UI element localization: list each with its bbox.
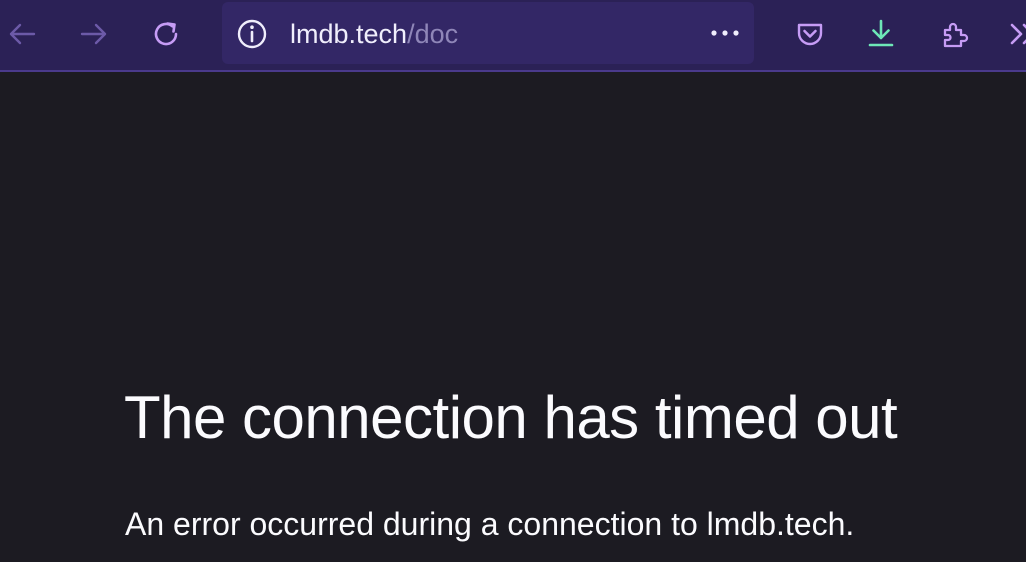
reload-button[interactable] (146, 14, 186, 54)
error-page: The connection has timed out An error oc… (0, 72, 1026, 562)
extensions-button[interactable] (935, 14, 975, 54)
back-button[interactable] (2, 14, 42, 54)
forward-button[interactable] (74, 14, 114, 54)
back-arrow-icon (9, 23, 36, 45)
download-icon (868, 19, 894, 47)
reload-icon (154, 22, 178, 46)
url-path: /doc (407, 19, 459, 49)
forward-arrow-icon (80, 23, 107, 45)
error-title: The connection has timed out (124, 384, 898, 451)
pocket-icon (797, 23, 823, 46)
downloads-button[interactable] (861, 14, 901, 54)
browser-toolbar: lmdb.tech/doc (0, 0, 1026, 72)
url-text[interactable]: lmdb.tech/doc (290, 19, 458, 49)
overflow-menu-button[interactable] (1004, 14, 1026, 54)
info-icon[interactable] (236, 18, 268, 50)
pocket-button[interactable] (790, 14, 830, 54)
overflow-chevron-icon (1010, 23, 1026, 45)
address-bar[interactable]: lmdb.tech/doc (222, 2, 754, 64)
more-icon (711, 30, 739, 36)
url-host: lmdb.tech (290, 19, 408, 49)
extensions-icon (943, 22, 969, 48)
page-actions-button[interactable] (708, 16, 742, 50)
error-description: An error occurred during a connection to… (125, 506, 855, 542)
